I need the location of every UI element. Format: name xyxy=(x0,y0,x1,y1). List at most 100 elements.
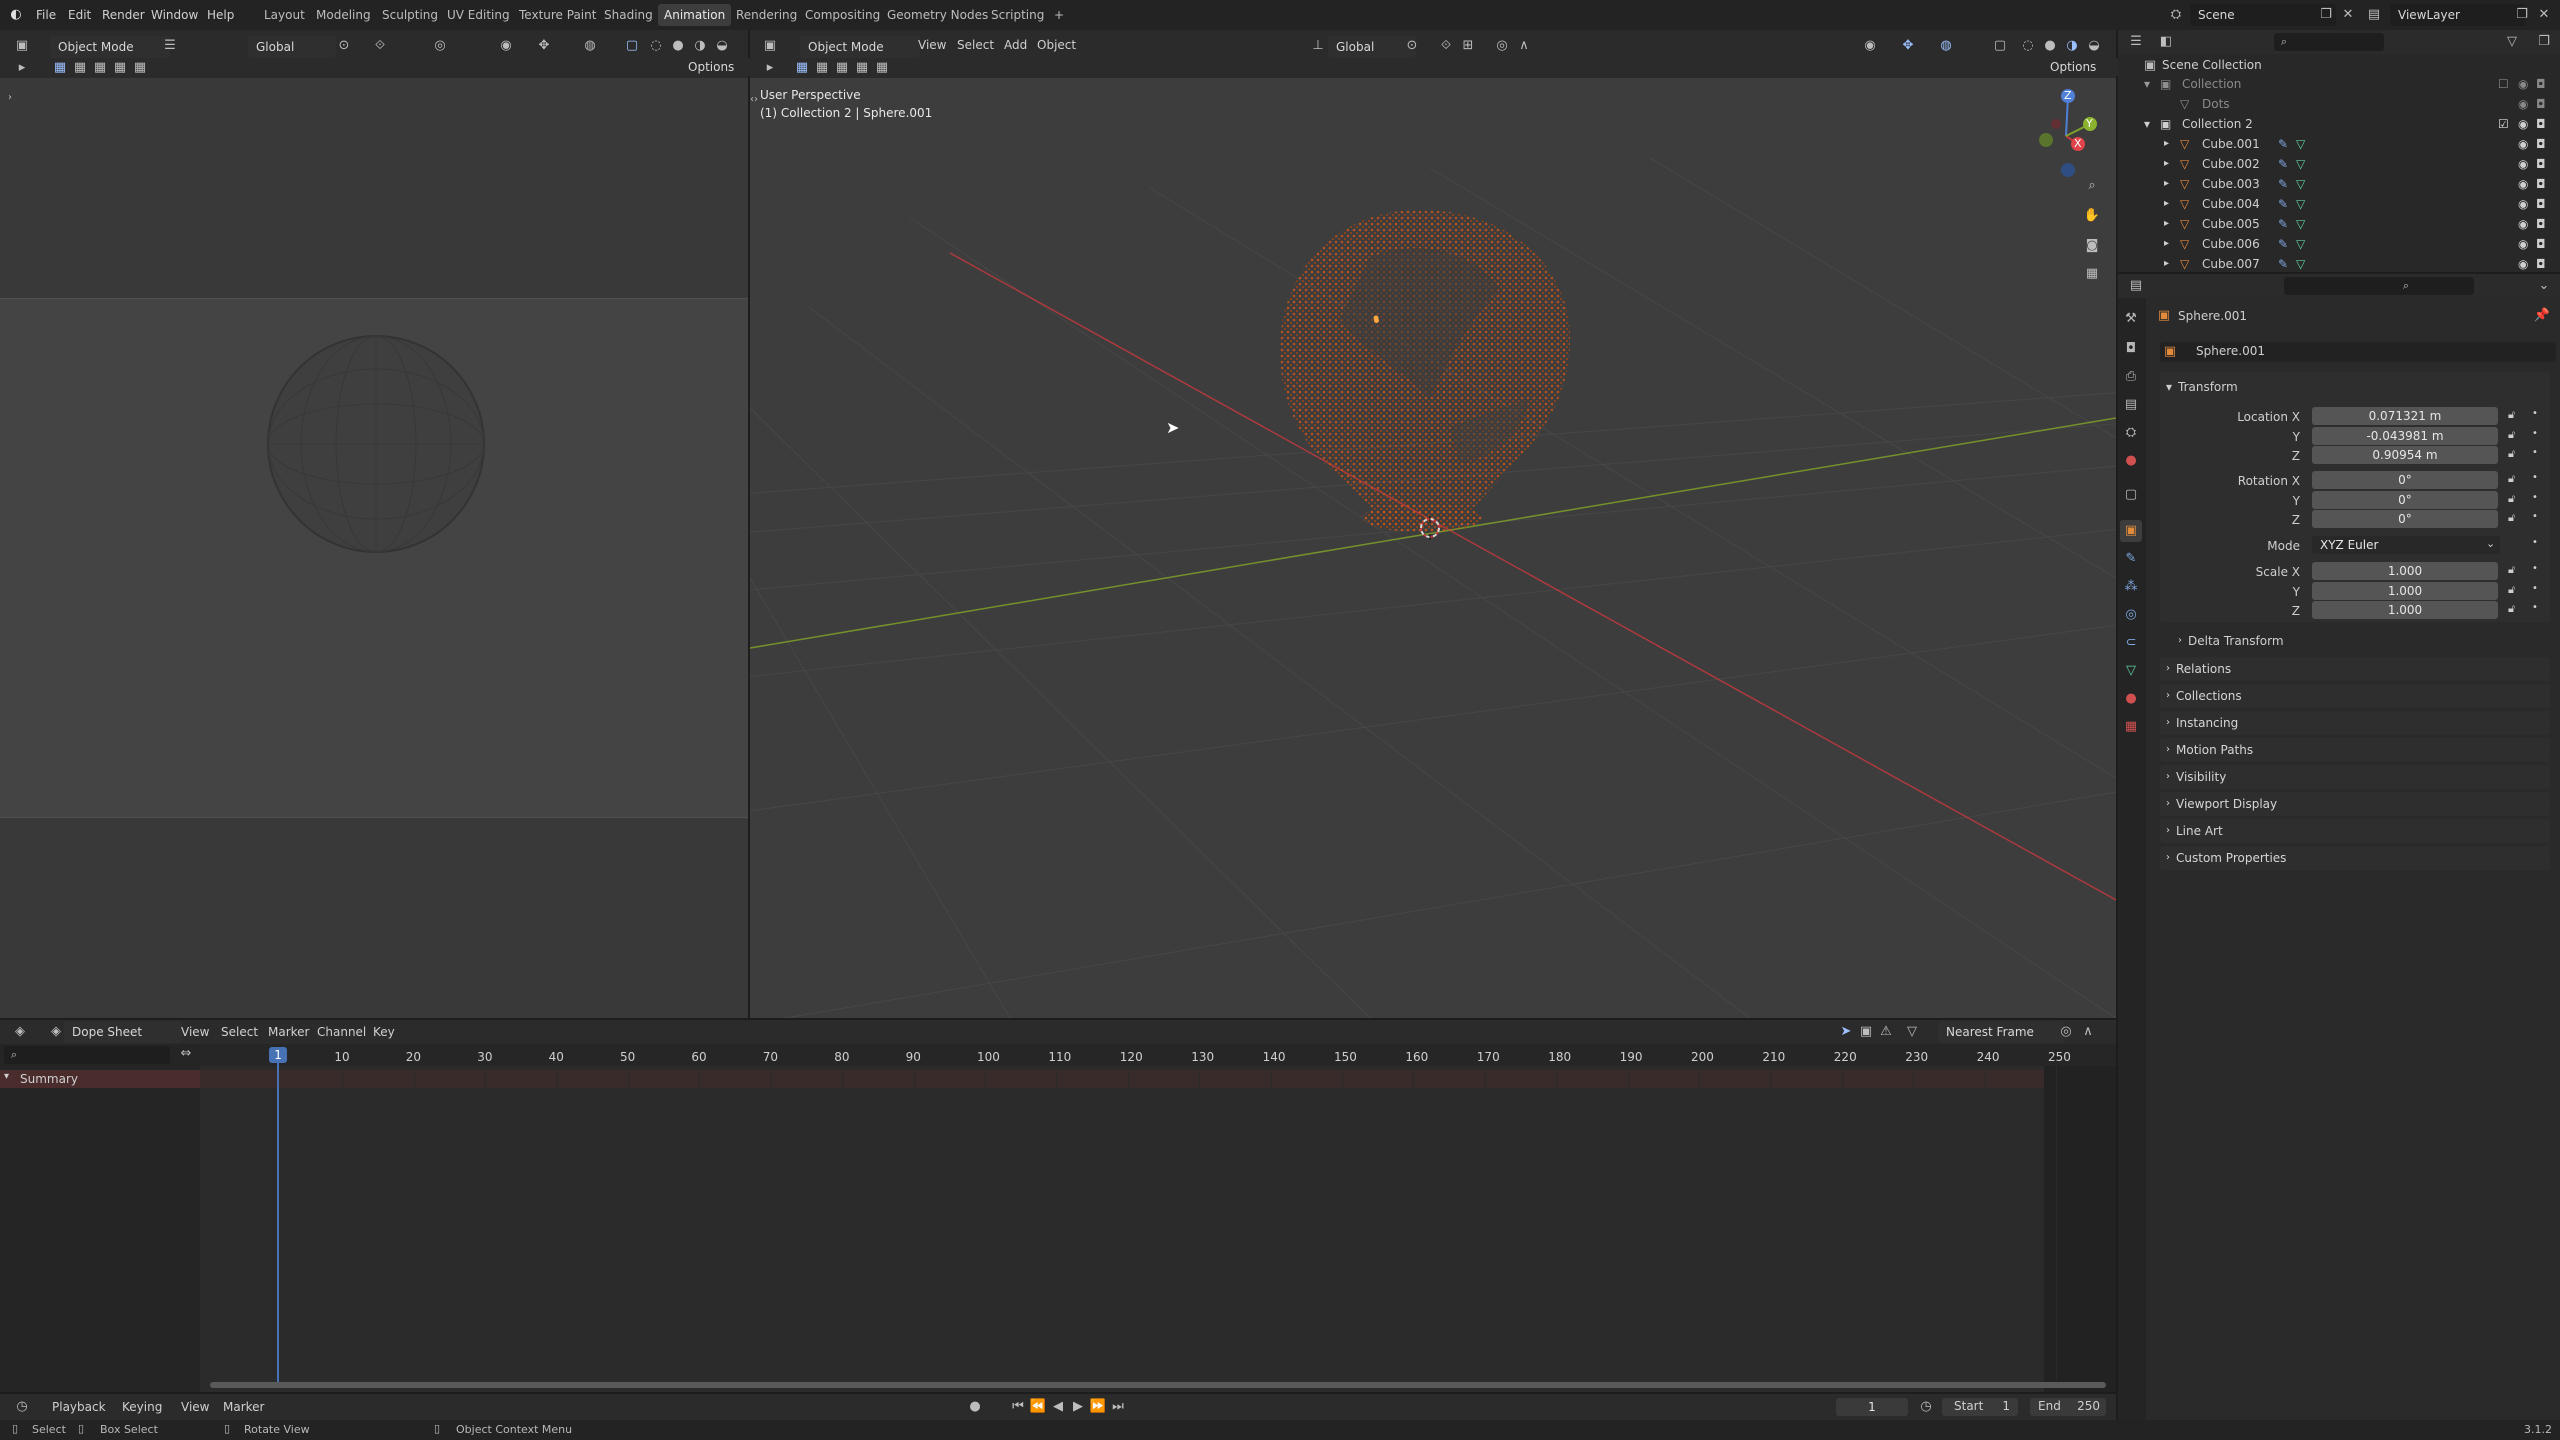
location-y-field[interactable]: -0.043981 m xyxy=(2312,427,2498,445)
keyframe-dot-icon[interactable]: • xyxy=(2532,537,2538,548)
rotation-x-field[interactable]: 0° xyxy=(2312,471,2498,489)
select-box-icon[interactable]: ▦ xyxy=(792,58,812,78)
panel-visibility[interactable]: › Visibility xyxy=(2160,765,2550,789)
menu-file[interactable]: File xyxy=(36,0,56,30)
menu-help[interactable]: Help xyxy=(207,0,234,30)
properties-search-input[interactable]: ⌕ xyxy=(2284,277,2474,295)
modifier-icon[interactable]: ✎ xyxy=(2278,254,2288,272)
timeline-menu-view[interactable]: View xyxy=(181,1394,209,1420)
main-mode-dropdown[interactable]: Object Mode xyxy=(800,36,920,58)
dopesheet-menu-marker[interactable]: Marker xyxy=(268,1020,309,1044)
lock-icon[interactable]: 🔓︎ xyxy=(2508,511,2515,525)
editor-type-icon[interactable]: ▣ xyxy=(760,36,780,56)
camera-icon[interactable]: ◘ xyxy=(2536,74,2546,94)
snap-icon[interactable]: ⟐ xyxy=(1436,36,1456,56)
outliner-row-cube-003[interactable]: ▸ ▽ Cube.003 ✎ ▽ ◉ ◘ xyxy=(2136,174,2556,194)
falloff-icon[interactable]: ∧ xyxy=(1514,36,1534,56)
visibility-icon[interactable]: ◉ xyxy=(1860,36,1880,56)
select-extend-icon[interactable]: ▦ xyxy=(70,58,90,78)
modifier-icon[interactable]: ✎ xyxy=(2278,234,2288,254)
scene-selector[interactable]: Scene xyxy=(2190,4,2336,26)
select-intersect-icon[interactable]: ▦ xyxy=(872,58,892,78)
rendered-shading-icon[interactable]: ◒ xyxy=(2084,36,2104,56)
checkbox-icon[interactable]: ☐ xyxy=(2498,74,2509,94)
tab-modeling[interactable]: Modeling xyxy=(310,4,377,26)
camera-icon[interactable]: ◘ xyxy=(2536,94,2546,114)
select-mode-icon[interactable]: ▸ xyxy=(12,58,32,78)
panel-instancing[interactable]: › Instancing xyxy=(2160,711,2550,735)
panel-motion-paths[interactable]: › Motion Paths xyxy=(2160,738,2550,762)
left-collapse-arrow-icon[interactable]: › xyxy=(0,88,20,108)
eye-icon[interactable]: ◉ xyxy=(2518,174,2528,194)
properties-editor-icon[interactable]: ▤ xyxy=(2126,276,2146,296)
overlay-icon[interactable]: ◍ xyxy=(580,36,600,56)
tab-animation[interactable]: Animation xyxy=(658,4,732,26)
view-layer-icon[interactable]: ▤ xyxy=(2364,5,2384,25)
playhead-line[interactable] xyxy=(277,1058,280,1382)
start-frame-field[interactable]: Start 1 xyxy=(1942,1398,2018,1416)
menu-edit[interactable]: Edit xyxy=(68,0,91,30)
pin-icon[interactable]: 📌 xyxy=(2532,306,2552,326)
snapping-dropdown[interactable]: Nearest Frame xyxy=(1938,1021,2064,1043)
channel-search-input[interactable]: ⌕ xyxy=(4,1046,170,1064)
rotation-mode-dropdown[interactable]: XYZ Euler xyxy=(2312,536,2500,554)
modifier-tab-icon[interactable]: ✎ xyxy=(2120,548,2142,570)
eye-icon[interactable]: ◉ xyxy=(2518,94,2528,114)
mesh-data-icon[interactable]: ▽ xyxy=(2296,174,2305,194)
outliner-row-cube-005[interactable]: ▸ ▽ Cube.005 ✎ ▽ ◉ ◘ xyxy=(2136,214,2556,234)
select-invert-icon[interactable]: ▦ xyxy=(852,58,872,78)
keyframe-dot-icon[interactable]: • xyxy=(2532,583,2538,594)
filter-icon[interactable]: ▽ xyxy=(2502,32,2522,52)
tab-geometry-nodes[interactable]: Geometry Nodes xyxy=(881,4,994,26)
display-mode-icon[interactable]: ◧ xyxy=(2156,32,2176,52)
camera-icon[interactable]: ◘ xyxy=(2536,134,2546,154)
options-chevron-icon[interactable]: ⌄ xyxy=(2534,276,2554,296)
dopesheet-menu-select[interactable]: Select xyxy=(221,1020,258,1044)
camera-icon[interactable]: ◘ xyxy=(2536,234,2546,254)
view-layer-selector[interactable]: ViewLayer xyxy=(2390,4,2526,26)
texture-tab-icon[interactable]: ▦ xyxy=(2120,716,2142,738)
camera-icon[interactable]: ◘ xyxy=(2536,154,2546,174)
jump-start-icon[interactable]: ⏮ xyxy=(1008,1397,1028,1417)
delete-scene-icon[interactable]: ✕ xyxy=(2338,5,2358,25)
tab-compositing[interactable]: Compositing xyxy=(799,4,886,26)
editor-type-icon[interactable]: ▣ xyxy=(12,36,32,56)
xray-icon[interactable]: ▢ xyxy=(622,36,642,56)
location-z-field[interactable]: 0.90954 m xyxy=(2312,446,2498,464)
zoom-icon[interactable]: ⌕ xyxy=(2082,176,2102,196)
select-subtract-icon[interactable]: ▦ xyxy=(90,58,110,78)
tab-scripting[interactable]: Scripting xyxy=(985,4,1050,26)
lock-icon[interactable]: 🔓︎ xyxy=(2508,428,2515,442)
wireframe-shading-icon[interactable]: ◌ xyxy=(2018,36,2038,56)
panel-viewport-display[interactable]: › Viewport Display xyxy=(2160,792,2550,816)
orientation-icon[interactable]: ⊥ xyxy=(1308,36,1328,56)
delta-transform-subpanel[interactable]: Delta Transform xyxy=(2188,634,2284,648)
preview-range-clock-icon[interactable]: ◷ xyxy=(1916,1397,1936,1417)
keyframe-dot-icon[interactable]: • xyxy=(2532,408,2538,419)
play-icon[interactable]: ▶ xyxy=(1068,1397,1088,1417)
jump-end-icon[interactable]: ⏭ xyxy=(1108,1397,1128,1417)
only-errors-icon[interactable]: ⚠ xyxy=(1876,1022,1896,1042)
camera-icon[interactable]: ◘ xyxy=(2536,214,2546,234)
add-workspace-button[interactable]: + xyxy=(1048,4,1070,26)
main-menu-object[interactable]: Object xyxy=(1037,33,1076,57)
keyframe-dot-icon[interactable]: • xyxy=(2532,447,2538,458)
only-selected-icon[interactable]: ➤ xyxy=(1836,1022,1856,1042)
rendered-shading-icon[interactable]: ◒ xyxy=(712,36,732,56)
material-tab-icon[interactable]: ● xyxy=(2120,688,2142,710)
timeline-menu-playback[interactable]: Playback xyxy=(52,1394,106,1420)
solid-shading-icon[interactable]: ● xyxy=(668,36,688,56)
scale-y-field[interactable]: 1.000 xyxy=(2312,582,2498,600)
main-menu-view[interactable]: View xyxy=(918,33,946,57)
rotation-z-field[interactable]: 0° xyxy=(2312,510,2498,528)
modifier-icon[interactable]: ✎ xyxy=(2278,134,2288,154)
view-layer-tab-icon[interactable]: ▤ xyxy=(2120,394,2142,416)
constraints-tab-icon[interactable]: ⊂ xyxy=(2120,632,2142,654)
main-viewport[interactable]: User Perspective (1) Collection 2 | Sphe… xyxy=(750,78,2116,1018)
editor-type-icon[interactable]: ◈ xyxy=(10,1022,30,1042)
snap-icon[interactable]: ⟐ xyxy=(370,36,390,56)
mesh-data-icon[interactable]: ▽ xyxy=(2296,134,2305,154)
modifier-icon[interactable]: ✎ xyxy=(2278,194,2288,214)
lock-icon[interactable]: 🔓︎ xyxy=(2508,447,2515,461)
outliner-row-cube-004[interactable]: ▸ ▽ Cube.004 ✎ ▽ ◉ ◘ xyxy=(2136,194,2556,214)
